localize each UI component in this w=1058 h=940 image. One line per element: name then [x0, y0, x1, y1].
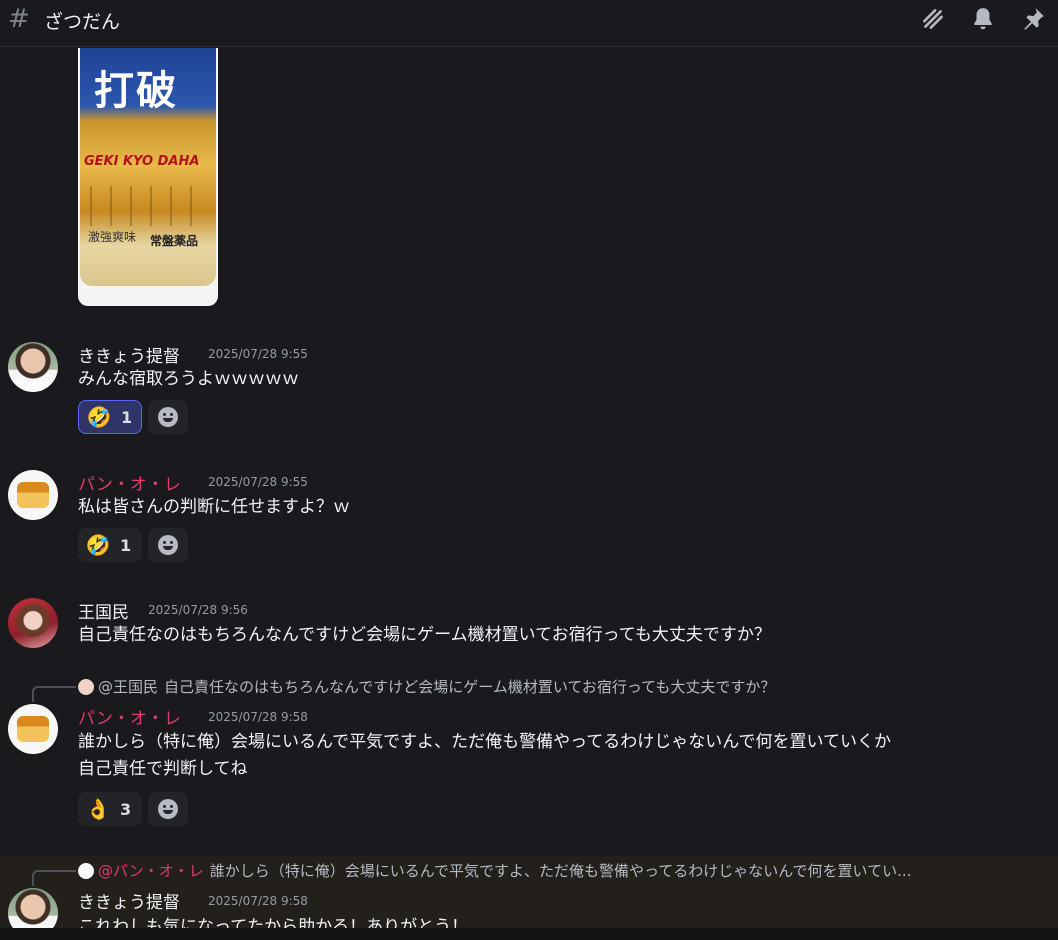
author-name[interactable]: 王国民: [78, 598, 129, 623]
author-name[interactable]: パン・オ・レ: [78, 704, 181, 729]
message-text-line: 誰かしら（特に俺）会場にいるんで平気ですよ、ただ俺も警備やってるわけじゃないんで…: [78, 732, 891, 752]
bottle-title: 打破: [94, 68, 178, 114]
channel-name: ざつだん: [44, 11, 121, 33]
author-name[interactable]: ききょう提督: [78, 342, 180, 367]
add-reaction-button[interactable]: [148, 400, 188, 434]
bottle-taste: 激強爽味: [88, 230, 137, 244]
reaction-button[interactable]: 🤣 1: [78, 528, 142, 562]
bottle-brand: 常盤薬品: [150, 234, 199, 248]
reply-preview[interactable]: @王国民 自己責任なのはもちろんなんですけど会場にゲーム機材置いてお宿行っても大丈…: [78, 676, 1048, 696]
channel-hash-icon: #: [8, 4, 30, 34]
add-reaction-button[interactable]: [148, 792, 188, 826]
image-attachment[interactable]: 打破 GEKI KYO DAHA 激強爽味 常盤薬品: [78, 48, 218, 306]
pin-icon[interactable]: [1020, 6, 1046, 32]
avatar[interactable]: [8, 598, 58, 648]
message-feed: 打破 GEKI KYO DAHA 激強爽味 常盤薬品 ききょう提督 2025/0…: [0, 48, 1058, 940]
reply-text: 自己責任なのはもちろんなんですけど会場にゲーム機材置いてお宿行っても大丈夫ですか…: [164, 678, 776, 696]
smiley-icon: [158, 535, 178, 555]
reaction-count: 3: [120, 799, 132, 819]
author-name[interactable]: ききょう提督: [78, 888, 180, 913]
reaction-count: 1: [120, 535, 132, 555]
bell-icon[interactable]: [970, 6, 996, 32]
reply-preview[interactable]: @パン・オ・レ 誰かしら（特に俺）会場にいるんで平気ですよ、ただ俺も警備やってるわ…: [78, 860, 1048, 880]
cake-icon: [17, 716, 49, 742]
avatar[interactable]: [8, 704, 58, 754]
reaction-count: 1: [121, 407, 133, 427]
reply-avatar: [78, 863, 94, 879]
channel-header: # ざつだん: [0, 0, 1058, 47]
ok-hand-emoji-icon: 👌: [85, 797, 111, 821]
author-name[interactable]: パン・オ・レ: [78, 470, 181, 495]
bottle-subtitle: GEKI KYO DAHA: [84, 154, 200, 169]
timestamp: 2025/07/28 9:58: [208, 894, 308, 908]
rofl-emoji-icon: 🤣: [85, 533, 111, 557]
reaction-button[interactable]: 👌 3: [78, 792, 142, 826]
reply-mention: @王国民: [98, 678, 159, 696]
reply-connector: [32, 686, 76, 702]
add-reaction-button[interactable]: [148, 528, 188, 562]
timestamp: 2025/07/28 9:55: [208, 347, 308, 361]
bottle-ingredient-stripes: [90, 186, 210, 226]
reply-text: 誰かしら（特に俺）会場にいるんで平気ですよ、ただ俺も警備やってるわけじゃないんで…: [209, 862, 912, 880]
reply-connector: [32, 870, 76, 886]
timestamp: 2025/07/28 9:56: [148, 603, 248, 617]
reply-avatar: [78, 679, 94, 695]
reply-mention: @パン・オ・レ: [98, 862, 204, 880]
timestamp: 2025/07/28 9:55: [208, 475, 308, 489]
timestamp: 2025/07/28 9:58: [208, 710, 308, 724]
bottom-edge: [0, 928, 1058, 940]
message-text: 自己責任なのはもちろんなんですけど会場にゲーム機材置いてお宿行っても大丈夫ですか…: [78, 625, 771, 645]
message-text-line: 自己責任で判断してね: [78, 759, 248, 779]
message-text: 私は皆さんの判断に任せますよ？ｗ: [78, 497, 350, 517]
message-text: みんな宿取ろうよｗｗｗｗｗ: [78, 369, 299, 389]
avatar[interactable]: [8, 342, 58, 392]
rofl-emoji-icon: 🤣: [86, 405, 112, 429]
reaction-button[interactable]: 🤣 1: [78, 400, 142, 434]
smiley-icon: [158, 407, 178, 427]
avatar[interactable]: [8, 470, 58, 520]
cake-icon: [17, 482, 49, 508]
drink-bottle-image: 打破 GEKI KYO DAHA 激強爽味 常盤薬品: [80, 48, 216, 286]
smiley-icon: [158, 799, 178, 819]
threads-icon[interactable]: [920, 6, 946, 32]
